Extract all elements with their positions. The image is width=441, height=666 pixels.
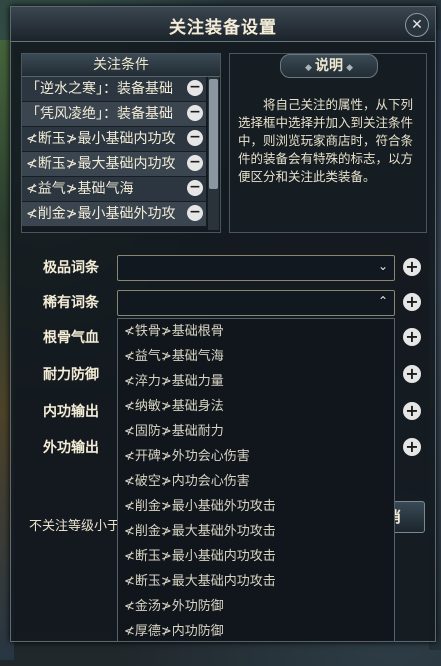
condition-label: 「逆水之寒」：装备基础 (26, 81, 173, 97)
condition-item[interactable]: ≮削金≯最小基础外功攻 − (22, 202, 206, 227)
diamond-icon: ◆ (343, 63, 354, 73)
rare-attribute-dropdown: ≮铁骨≯基础根骨 ≮益气≯基础气海 ≮淬力≯基础力量 ≮纳敏≯基础身法 ≮固防≯… (117, 318, 395, 642)
condition-item[interactable]: ≮断玉≯最大基础内功攻 − (22, 152, 206, 177)
conditions-header: 关注条件 (22, 54, 220, 77)
dialog-titlebar: 关注装备设置 ✕ (11, 7, 435, 42)
filter-label: 根骨气血 (43, 330, 99, 346)
condition-item[interactable]: 「逆水之寒」：装备基础 − (22, 77, 206, 102)
chevron-down-icon: ⌄ (377, 259, 388, 273)
dropdown-option[interactable]: ≮淬力≯基础力量 (118, 369, 394, 394)
add-condition-button[interactable]: + (403, 258, 421, 276)
filter-label: 内功输出 (43, 404, 99, 420)
condition-label: ≮断玉≯最大基础内功攻 (26, 156, 176, 172)
description-header: ◆ 说明 ◆ (280, 54, 378, 78)
condition-item[interactable]: 「凭风凌绝」：装备基础 − (22, 102, 206, 127)
filter-label: 耐力防御 (43, 367, 99, 383)
conditions-scrollbar[interactable] (208, 77, 219, 230)
add-condition-button[interactable]: + (403, 438, 421, 456)
condition-label: ≮益气≯基础气海 (26, 181, 134, 197)
condition-item[interactable]: ≮断玉≯最小基础内功攻 − (22, 127, 206, 152)
dropdown-option[interactable]: ≮益气≯基础气海 (118, 344, 394, 369)
remove-condition-button[interactable]: − (187, 180, 203, 196)
condition-label: 「凭风凌绝」：装备基础 (26, 106, 173, 122)
dropdown-option[interactable]: ≮金汤≯外功防御 (118, 594, 394, 619)
conditions-panel: 关注条件 「逆水之寒」：装备基础 − 「凭风凌绝」：装备基础 − ≮断玉≯最小基… (21, 53, 221, 233)
close-icon[interactable]: ✕ (405, 13, 429, 37)
condition-item[interactable]: ≮益气≯基础气海 − (22, 177, 206, 202)
add-condition-button[interactable]: + (403, 328, 421, 346)
description-text: 将自己关注的属性，从下列选择框中选择并加入到关注条件中，则浏览玩家商店时，符合条… (238, 97, 414, 184)
condition-label: ≮削金≯最小基础外功攻 (26, 206, 176, 222)
remove-condition-button[interactable]: − (187, 205, 203, 221)
dialog-title: 关注装备设置 (169, 18, 277, 38)
dropdown-option[interactable]: ≮破空≯内功会心伤害 (118, 469, 394, 494)
dropdown-option[interactable]: ≮厚德≯内功防御 (118, 619, 394, 644)
remove-condition-button[interactable]: − (187, 80, 203, 96)
dropdown-option[interactable]: ≮断玉≯最大基础内功攻击 (118, 569, 394, 594)
add-condition-button[interactable]: + (403, 365, 421, 383)
add-condition-button[interactable]: + (403, 293, 421, 311)
filter-label: 外功输出 (43, 440, 99, 456)
add-condition-button[interactable]: + (403, 402, 421, 420)
filter-label: 稀有词条 (43, 295, 99, 311)
dropdown-option[interactable]: ≮纳敏≯基础身法 (118, 394, 394, 419)
filter-label: 极品词条 (43, 260, 99, 276)
premium-attribute-select[interactable]: ⌄ (117, 255, 395, 281)
diamond-icon: ◆ (304, 63, 315, 73)
dropdown-option[interactable]: ≮铁骨≯基础根骨 (118, 319, 394, 344)
dropdown-option[interactable]: ≮削金≯最大基础外功攻击 (118, 519, 394, 544)
remove-condition-button[interactable]: − (187, 130, 203, 146)
dropdown-option[interactable]: ≮削金≯最小基础外功攻击 (118, 494, 394, 519)
description-panel: ◆ 说明 ◆ 将自己关注的属性，从下列选择框中选择并加入到关注条件中，则浏览玩家… (229, 53, 427, 233)
dropdown-option[interactable]: ≮固防≯基础耐力 (118, 419, 394, 444)
dropdown-option[interactable]: ≮开碑≯外功会心伤害 (118, 444, 394, 469)
chevron-up-icon: ⌃ (377, 294, 388, 308)
remove-condition-button[interactable]: − (187, 105, 203, 121)
scrollbar-thumb[interactable] (209, 79, 218, 189)
level-filter-label: 不关注等级小于 (29, 519, 121, 534)
remove-condition-button[interactable]: − (187, 155, 203, 171)
dropdown-option[interactable]: ≮断玉≯最小基础内功攻击 (118, 544, 394, 569)
condition-label: ≮断玉≯最小基础内功攻 (26, 131, 176, 147)
description-title: 说明 (315, 58, 343, 74)
rare-attribute-select[interactable]: ⌃ (117, 290, 395, 316)
